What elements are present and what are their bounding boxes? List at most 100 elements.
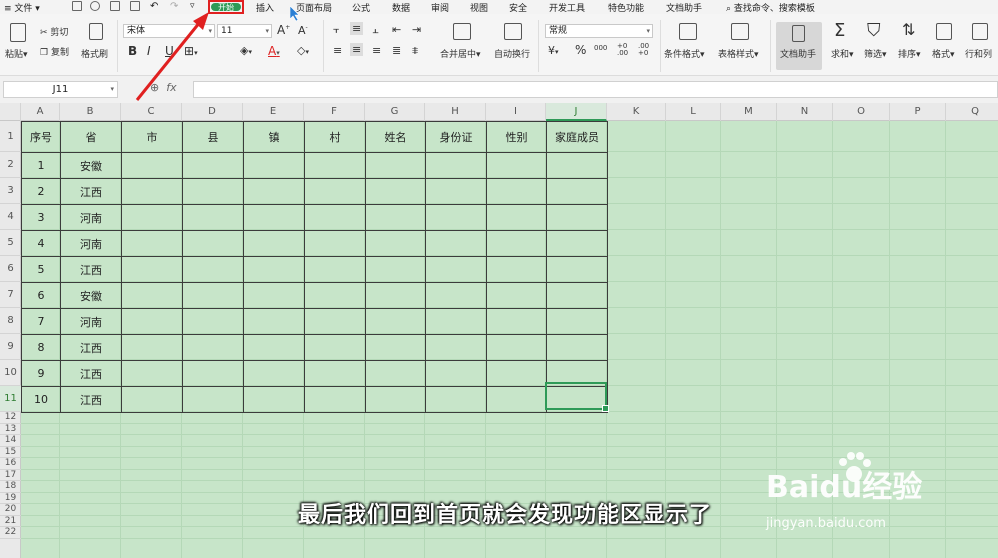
table-header-cell[interactable]: 姓名 (365, 121, 426, 153)
table-cell[interactable] (243, 178, 305, 205)
table-cell[interactable] (486, 334, 547, 361)
table-cell[interactable]: 江西 (60, 360, 122, 387)
table-cell[interactable] (365, 386, 426, 413)
table-cell[interactable]: 8 (21, 334, 61, 361)
table-cell[interactable] (486, 308, 547, 335)
table-cell[interactable]: 1 (21, 152, 61, 179)
row-header-8[interactable]: 8 (0, 308, 21, 334)
table-cell[interactable] (304, 152, 366, 179)
row-header-12[interactable]: 12 (0, 412, 21, 424)
row-header-4[interactable]: 4 (0, 204, 21, 230)
table-header-cell[interactable]: 家庭成员 (546, 121, 608, 153)
table-cell[interactable] (486, 282, 547, 309)
table-cell[interactable]: 4 (21, 230, 61, 257)
table-cell[interactable] (304, 308, 366, 335)
table-cell[interactable]: 9 (21, 360, 61, 387)
row-header-15[interactable]: 15 (0, 447, 21, 458)
table-cell[interactable] (425, 282, 487, 309)
table-cell[interactable] (121, 230, 183, 257)
table-cell[interactable] (546, 308, 608, 335)
row-header-18[interactable]: 18 (0, 481, 21, 493)
table-cell[interactable] (182, 282, 244, 309)
table-cell[interactable] (121, 204, 183, 231)
table-cell[interactable]: 江西 (60, 178, 122, 205)
table-cell[interactable] (182, 256, 244, 283)
table-cell[interactable] (365, 282, 426, 309)
table-cell[interactable] (546, 230, 608, 257)
table-cell[interactable] (121, 308, 183, 335)
table-cell[interactable]: 河南 (60, 308, 122, 335)
table-cell[interactable] (121, 256, 183, 283)
table-cell[interactable]: 10 (21, 386, 61, 413)
table-cell[interactable] (365, 230, 426, 257)
row-header-13[interactable]: 13 (0, 424, 21, 435)
table-cell[interactable]: 江西 (60, 386, 122, 413)
table-header-cell[interactable]: 性别 (486, 121, 547, 153)
table-header-cell[interactable]: 镇 (243, 121, 305, 153)
table-cell[interactable] (182, 204, 244, 231)
table-cell[interactable] (425, 152, 487, 179)
table-cell[interactable] (182, 230, 244, 257)
table-cell[interactable] (486, 204, 547, 231)
table-cell[interactable]: 7 (21, 308, 61, 335)
table-header-cell[interactable]: 市 (121, 121, 183, 153)
table-cell[interactable] (365, 256, 426, 283)
table-cell[interactable]: 6 (21, 282, 61, 309)
table-cell[interactable] (425, 334, 487, 361)
table-cell[interactable] (182, 152, 244, 179)
table-cell[interactable] (121, 386, 183, 413)
table-cell[interactable]: 江西 (60, 334, 122, 361)
table-cell[interactable] (243, 152, 305, 179)
table-cell[interactable]: 河南 (60, 204, 122, 231)
table-cell[interactable] (304, 230, 366, 257)
table-cell[interactable]: 安徽 (60, 152, 122, 179)
table-cell[interactable] (243, 386, 305, 413)
table-cell[interactable] (182, 308, 244, 335)
table-header-cell[interactable]: 身份证 (425, 121, 487, 153)
table-cell[interactable] (243, 334, 305, 361)
row-header-5[interactable]: 5 (0, 230, 21, 256)
table-cell[interactable] (425, 256, 487, 283)
row-header-1[interactable]: 1 (0, 121, 21, 152)
table-header-cell[interactable]: 县 (182, 121, 244, 153)
table-cell[interactable] (121, 334, 183, 361)
table-cell[interactable] (121, 178, 183, 205)
table-cell[interactable] (182, 334, 244, 361)
table-cell[interactable] (182, 386, 244, 413)
row-header-3[interactable]: 3 (0, 178, 21, 204)
table-cell[interactable] (304, 256, 366, 283)
table-cell[interactable]: 2 (21, 178, 61, 205)
table-cell[interactable] (425, 204, 487, 231)
table-cell[interactable]: 3 (21, 204, 61, 231)
table-cell[interactable] (546, 152, 608, 179)
table-cell[interactable] (304, 204, 366, 231)
table-cell[interactable]: 河南 (60, 230, 122, 257)
table-cell[interactable] (486, 256, 547, 283)
selected-cell-J11[interactable] (545, 382, 609, 412)
table-cell[interactable] (546, 178, 608, 205)
table-cell[interactable] (486, 178, 547, 205)
table-cell[interactable] (365, 204, 426, 231)
table-cell[interactable] (546, 204, 608, 231)
table-cell[interactable] (486, 230, 547, 257)
table-cell[interactable] (425, 178, 487, 205)
table-cell[interactable] (365, 152, 426, 179)
table-cell[interactable] (121, 282, 183, 309)
table-cell[interactable] (304, 282, 366, 309)
row-header-14[interactable]: 14 (0, 435, 21, 447)
table-cell[interactable] (486, 152, 547, 179)
table-cell[interactable] (365, 334, 426, 361)
table-cell[interactable] (546, 334, 608, 361)
table-header-cell[interactable]: 序号 (21, 121, 61, 153)
table-cell[interactable] (425, 308, 487, 335)
table-cell[interactable] (182, 178, 244, 205)
table-cell[interactable]: 江西 (60, 256, 122, 283)
table-cell[interactable]: 5 (21, 256, 61, 283)
table-cell[interactable] (304, 334, 366, 361)
row-header-16[interactable]: 16 (0, 458, 21, 470)
table-cell[interactable] (304, 386, 366, 413)
table-cell[interactable] (243, 230, 305, 257)
table-cell[interactable] (546, 256, 608, 283)
row-header-11[interactable]: 11 (0, 386, 21, 412)
table-cell[interactable] (121, 360, 183, 387)
